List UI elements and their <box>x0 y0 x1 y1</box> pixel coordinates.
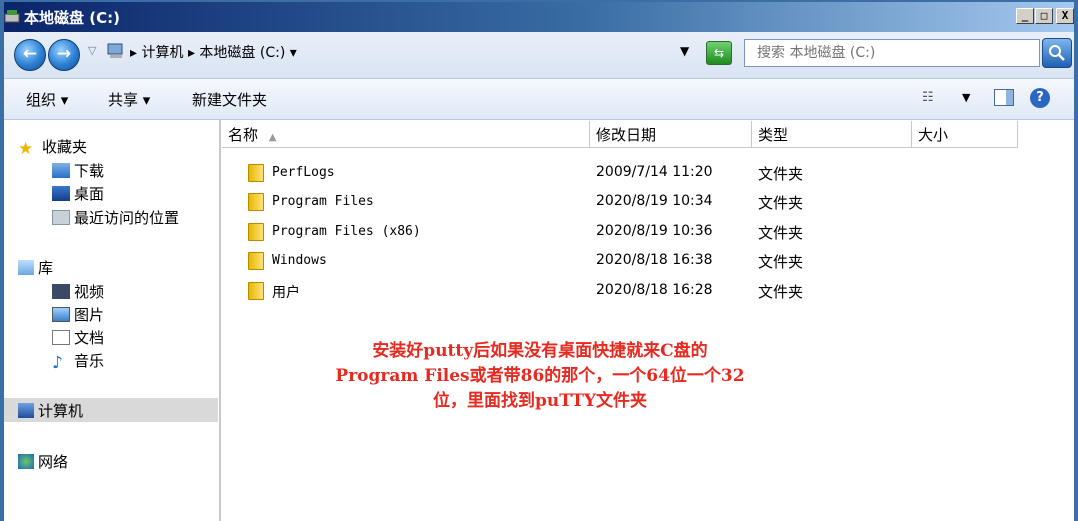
downloads-icon <box>52 163 70 178</box>
recent-places-icon <box>52 210 70 225</box>
nav-item-recent[interactable]: 最近访问的位置 <box>52 207 179 228</box>
organize-menu[interactable]: 组织 ▾ <box>26 89 68 110</box>
share-menu[interactable]: 共享 ▾ <box>108 89 150 110</box>
column-header-date[interactable]: 修改日期 <box>590 121 752 148</box>
folder-icon <box>248 223 264 241</box>
star-icon: ★ <box>18 139 34 159</box>
search-input[interactable] <box>755 44 1029 62</box>
preview-pane-icon[interactable] <box>994 89 1014 106</box>
nav-network[interactable]: 网络 <box>18 451 68 472</box>
back-button[interactable]: ← <box>14 39 46 71</box>
back-arrow-icon: ← <box>22 44 38 64</box>
window-border-left <box>0 0 4 521</box>
sort-ascending-icon: ▲ <box>268 132 277 143</box>
help-icon[interactable]: ? <box>1030 88 1050 108</box>
annotation-text: 安装好putty后如果没有桌面快捷就来C盘的 Program Files或者带8… <box>335 341 745 411</box>
folder-icon <box>248 252 264 270</box>
title-bar[interactable]: 本地磁盘 (C:) _ □ X <box>0 0 1078 32</box>
window-title: 本地磁盘 (C:) <box>24 9 120 27</box>
maximize-button[interactable]: □ <box>1035 8 1053 24</box>
refresh-button[interactable]: ⇆ <box>706 41 732 65</box>
forward-button[interactable]: → <box>48 39 80 71</box>
folder-icon <box>248 193 264 211</box>
command-bar: 组织 ▾ 共享 ▾ 新建文件夹 ☷ ▼ ? <box>0 79 1078 120</box>
network-icon <box>18 454 34 469</box>
navigation-pane: ★ 收藏夹 下载 桌面 最近访问的位置 库 视频 图片 文档 ♪ 音乐 计算机 网络 <box>0 120 221 521</box>
search-icon <box>1049 45 1065 61</box>
column-header-size[interactable]: 大小 <box>912 121 1018 148</box>
nav-item-documents[interactable]: 文档 <box>52 327 104 348</box>
nav-library[interactable]: 库 <box>18 257 53 278</box>
folder-icon <box>248 282 264 300</box>
library-icon <box>18 260 34 275</box>
search-button[interactable] <box>1042 38 1072 68</box>
forward-arrow-icon: → <box>56 44 72 64</box>
breadcrumb-drive[interactable]: 本地磁盘 (C:) <box>199 45 285 61</box>
column-header-name[interactable]: 名称 ▲ <box>222 121 590 148</box>
refresh-icon: ⇆ <box>713 46 725 60</box>
breadcrumb-computer[interactable]: 计算机 <box>141 45 183 61</box>
view-dropdown-icon[interactable]: ▼ <box>962 91 970 104</box>
nav-item-downloads[interactable]: 下载 <box>52 160 104 181</box>
view-options-icon[interactable]: ☷ <box>922 90 934 105</box>
pictures-icon <box>52 307 70 322</box>
window-border-right <box>1074 0 1078 521</box>
nav-computer[interactable]: 计算机 <box>18 400 83 421</box>
nav-item-pictures[interactable]: 图片 <box>52 304 104 325</box>
desktop-icon <box>52 186 70 201</box>
computer-icon <box>107 43 123 58</box>
breadcrumb-separator-icon[interactable]: ▾ <box>290 45 297 61</box>
document-icon <box>52 330 70 345</box>
selection-highlight <box>4 398 218 422</box>
music-icon: ♪ <box>52 353 63 373</box>
new-folder-button[interactable]: 新建文件夹 <box>192 89 267 110</box>
breadcrumb-separator-icon[interactable]: ▸ <box>188 45 199 61</box>
column-header-type[interactable]: 类型 <box>752 121 912 148</box>
nav-item-desktop[interactable]: 桌面 <box>52 183 104 204</box>
minimize-button[interactable]: _ <box>1016 8 1034 24</box>
address-dropdown-icon[interactable]: ▼ <box>680 44 689 58</box>
breadcrumb-separator-icon[interactable]: ▸ <box>130 45 141 61</box>
close-button[interactable]: X <box>1056 8 1074 24</box>
address-row: ← → ▽ ▸ 计算机 ▸ 本地磁盘 (C:) ▾ ▼ ⇆ <box>0 32 1078 79</box>
column-header-bar: 名称 ▲ 修改日期 类型 大小 <box>222 121 1078 149</box>
search-box[interactable] <box>744 39 1040 67</box>
drive-icon <box>4 10 20 23</box>
address-bar[interactable]: ▸ 计算机 ▸ 本地磁盘 (C:) ▾ ▼ <box>104 38 700 66</box>
computer-icon <box>18 403 34 418</box>
nav-item-music[interactable]: ♪ 音乐 <box>52 350 104 373</box>
folder-icon <box>248 164 264 182</box>
video-icon <box>52 284 70 299</box>
nav-item-videos[interactable]: 视频 <box>52 281 104 302</box>
nav-favorites[interactable]: ★ 收藏夹 <box>18 136 87 159</box>
history-dropdown-icon[interactable]: ▽ <box>88 44 96 57</box>
